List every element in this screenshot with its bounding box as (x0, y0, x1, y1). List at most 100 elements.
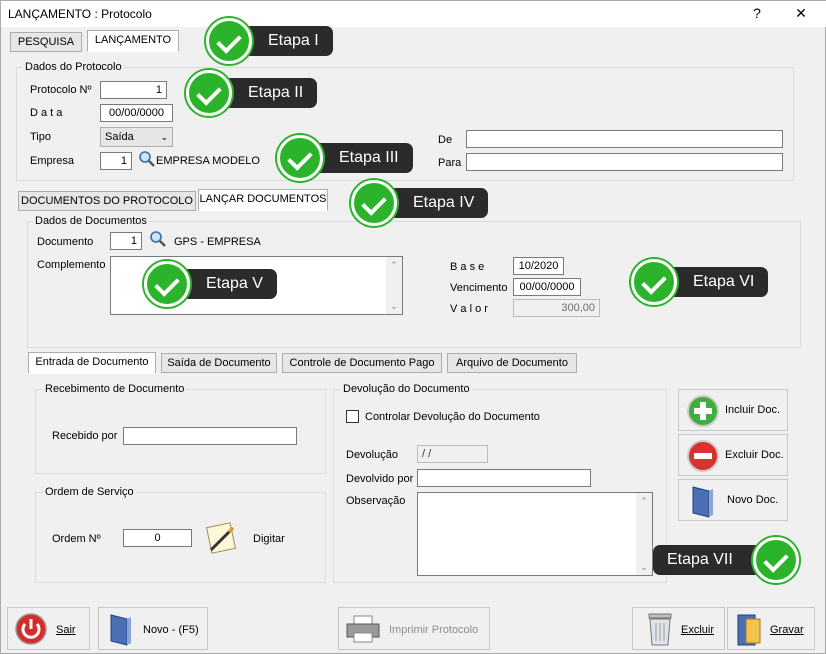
check-icon (752, 537, 799, 583)
para-input[interactable] (466, 153, 783, 171)
callout-etapa-ii-label: Etapa II (248, 84, 304, 101)
devolucao-group-label: Devolução do Documento (341, 383, 472, 395)
tab-documentos-protocolo[interactable]: DOCUMENTOS DO PROTOCOLO (18, 191, 196, 211)
excluir-doc-label: Excluir Doc. (725, 449, 784, 461)
excluir-label: Excluir (681, 624, 715, 636)
novo-doc-label: Novo Doc. (727, 494, 779, 506)
plus-circle-icon (687, 395, 719, 427)
check-icon (186, 70, 232, 116)
imprimir-protocolo-label: Imprimir Protocolo (389, 624, 479, 636)
devolvido-label: Devolvido por (346, 473, 414, 485)
window-title: LANÇAMENTO : Protocolo (8, 7, 152, 21)
tipo-select-value: Saída (105, 131, 134, 143)
tab-lancamento[interactable]: LANÇAMENTO (87, 30, 179, 52)
recebido-input[interactable] (123, 427, 297, 445)
book-icon (110, 614, 131, 646)
empresa-input[interactable]: 1 (100, 152, 132, 170)
chevron-down-icon[interactable]: ⌄ (636, 559, 652, 575)
empresa-label: Empresa (30, 155, 75, 167)
documentos-group-label: Dados de Documentos (33, 215, 149, 227)
check-icon (351, 180, 397, 226)
complemento-scrollbar[interactable]: ⌃ ⌄ (386, 257, 402, 314)
novo-f5-button[interactable]: Novo - (F5) (98, 607, 208, 650)
sair-button[interactable]: Sair (7, 607, 90, 650)
chevron-up-icon[interactable]: ⌃ (386, 257, 402, 273)
search-icon[interactable] (149, 230, 167, 248)
documento-label: Documento (37, 236, 94, 248)
gravar-button[interactable]: Gravar (727, 607, 815, 650)
base-label: B a s e (450, 261, 485, 273)
chevron-down-icon[interactable]: ⌄ (386, 298, 402, 314)
title-bar: LANÇAMENTO : Protocolo ? ✕ (1, 1, 826, 27)
chevron-up-icon[interactable]: ⌃ (636, 493, 652, 509)
ordem-label: Ordem Nº (52, 533, 101, 545)
protocolo-input[interactable]: 1 (100, 81, 167, 99)
tab-controle-documento-pago[interactable]: Controle de Documento Pago (282, 353, 442, 373)
trash-icon (648, 613, 672, 646)
de-input[interactable] (466, 130, 783, 148)
excluir-button[interactable]: Excluir (632, 607, 725, 650)
ordem-group-label: Ordem de Serviço (43, 486, 136, 498)
power-icon (15, 613, 47, 645)
callout-etapa-i: Etapa I (206, 18, 333, 64)
incluir-doc-button[interactable]: Incluir Doc. (678, 389, 788, 431)
callout-etapa-vii: Etapa VII (653, 537, 799, 583)
book-icon (692, 486, 713, 518)
excluir-doc-button[interactable]: Excluir Doc. (678, 434, 788, 476)
imprimir-protocolo-button[interactable]: Imprimir Protocolo (338, 607, 490, 650)
callout-etapa-i-label: Etapa I (268, 32, 319, 49)
tipo-select[interactable]: Saída ⌄ (100, 127, 173, 147)
tab-pesquisa[interactable]: PESQUISA (10, 32, 82, 52)
devolucao-input[interactable]: / / (417, 445, 488, 463)
ordem-input[interactable]: 0 (123, 529, 192, 547)
valor-input: 300,00 (513, 299, 600, 317)
callout-etapa-vii-label: Etapa VII (667, 551, 733, 568)
notepad-pencil-icon[interactable] (203, 520, 241, 556)
valor-label: V a l o r (450, 303, 488, 315)
check-icon (631, 259, 677, 305)
tipo-label: Tipo (30, 131, 51, 143)
callout-etapa-ii: Etapa II (186, 70, 318, 116)
observacao-textarea[interactable]: ⌃ ⌄ (417, 492, 653, 576)
callout-etapa-iii: Etapa III (277, 135, 413, 181)
observacao-scrollbar[interactable]: ⌃ ⌄ (636, 493, 652, 575)
para-label: Para (438, 157, 462, 169)
tab-arquivo-documento[interactable]: Arquivo de Documento (447, 353, 577, 373)
devolucao-label: Devolução (346, 449, 398, 461)
documento-input[interactable]: 1 (110, 232, 142, 250)
minus-circle-icon (687, 440, 719, 472)
novo-doc-button[interactable]: Novo Doc. (678, 479, 788, 521)
controlar-label[interactable]: Controlar Devolução do Documento (365, 411, 540, 423)
devolvido-input[interactable] (417, 469, 591, 487)
recebido-label: Recebido por (52, 430, 118, 442)
file-cabinet-icon (737, 614, 761, 646)
tab-saida-documento[interactable]: Saída de Documento (161, 353, 277, 373)
callout-etapa-v-label: Etapa V (206, 275, 263, 292)
callout-etapa-vi: Etapa VI (631, 259, 769, 305)
callout-etapa-vi-label: Etapa VI (693, 273, 755, 290)
observacao-label: Observação (346, 495, 406, 507)
callout-etapa-iv-label: Etapa IV (413, 194, 475, 211)
gravar-label: Gravar (770, 624, 804, 636)
base-input[interactable]: 10/2020 (513, 257, 564, 275)
controlar-checkbox[interactable] (346, 410, 359, 423)
recebimento-group-label: Recebimento de Documento (43, 383, 187, 395)
close-button[interactable]: ✕ (791, 5, 811, 22)
callout-etapa-iii-label: Etapa III (339, 149, 399, 166)
vencimento-input[interactable]: 00/00/0000 (513, 278, 581, 296)
printer-icon (346, 615, 380, 643)
vencimento-label: Vencimento (450, 282, 508, 294)
incluir-doc-label: Incluir Doc. (725, 404, 781, 416)
help-button[interactable]: ? (747, 5, 767, 21)
check-icon (277, 135, 323, 181)
tab-lancar-documentos[interactable]: LANÇAR DOCUMENTOS (198, 189, 328, 211)
tab-entrada-documento[interactable]: Entrada de Documento (28, 352, 156, 374)
complemento-label: Complemento (37, 259, 106, 271)
empresa-name: EMPRESA MODELO (156, 155, 260, 167)
data-input[interactable]: 00/00/0000 (100, 104, 173, 122)
check-icon (144, 261, 190, 307)
digitar-label[interactable]: Digitar (253, 533, 285, 545)
search-icon[interactable] (138, 150, 156, 168)
de-label: De (438, 134, 453, 146)
protocol-window: LANÇAMENTO : Protocolo ? ✕ PESQUISA LANÇ… (0, 0, 826, 654)
